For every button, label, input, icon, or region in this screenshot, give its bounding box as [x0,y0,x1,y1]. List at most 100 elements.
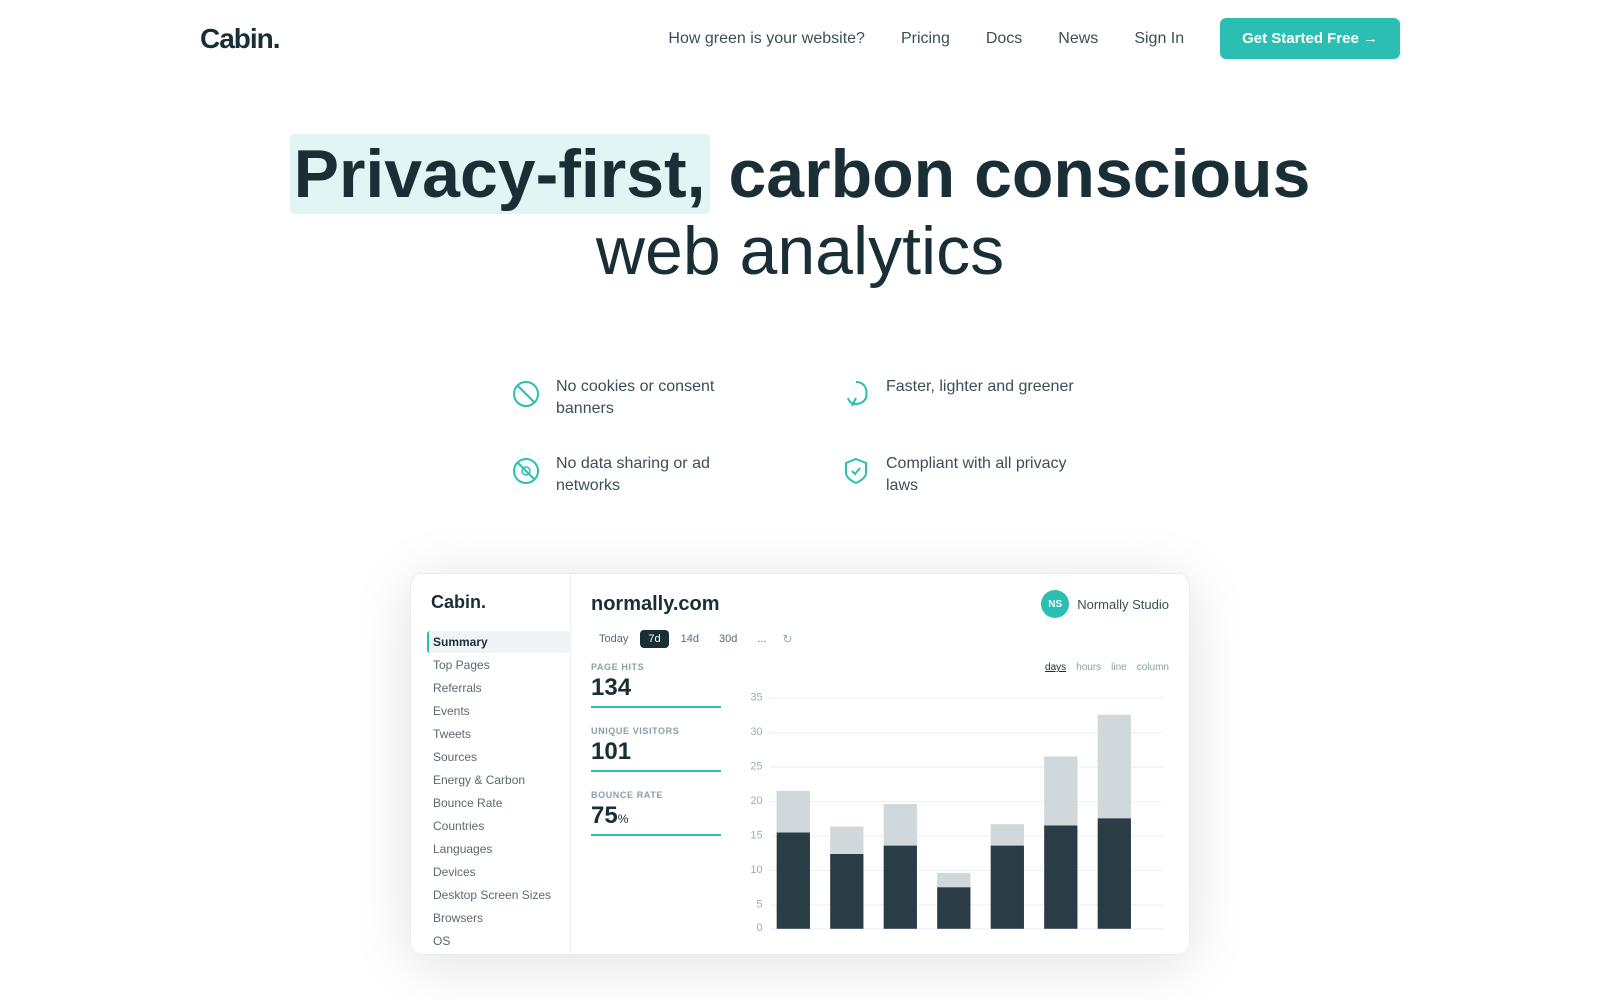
feature-no-cookies-text: No cookies or consent banners [556,376,760,421]
bar-light-5 [991,825,1024,846]
brand-logo[interactable]: Cabin. [200,23,280,55]
bar-light-1 [777,791,810,833]
no-share-icon [510,455,542,487]
chart-svg-wrapper: 35 30 25 20 15 10 5 0 [741,679,1169,946]
stats-column: PAGE HITS 134 UNIQUE VISITORS 101 BOUNCE… [591,662,721,946]
stat-bounce-suffix: % [618,812,629,826]
hero-subtitle: web analytics [200,212,1400,290]
chart-ctrl-line[interactable]: line [1111,662,1127,673]
stat-bounce-label: BOUNCE RATE [591,790,721,800]
leaf-icon [840,378,872,410]
bar-dark-5 [991,846,1024,929]
nav-links: How green is your website? Pricing Docs … [668,18,1400,59]
sidebar-item-attention[interactable]: Attention [427,953,570,955]
stat-page-hits-label: PAGE HITS [591,662,721,672]
bar-light-7 [1098,715,1131,818]
feature-faster: Faster, lighter and greener [820,360,1110,437]
chart-ctrl-column[interactable]: column [1137,662,1169,673]
chart-ctrl-days[interactable]: days [1045,662,1066,673]
chart-area: days hours line column 35 30 25 20 15 [741,662,1169,946]
svg-text:35: 35 [751,692,763,704]
main-header: normally.com NS Normally Studio [591,590,1169,618]
bar-light-3 [884,804,917,846]
sidebar-item-bouncerate[interactable]: Bounce Rate [427,792,570,814]
refresh-icon[interactable]: ↻ [783,632,793,646]
sidebar-item-tweets[interactable]: Tweets [427,723,570,745]
sidebar-item-toppages[interactable]: Top Pages [427,654,570,676]
svg-text:15: 15 [751,830,763,842]
feature-faster-text: Faster, lighter and greener [886,376,1074,398]
user-name: Normally Studio [1077,597,1169,612]
no-cookie-icon [510,378,542,410]
chart-controls: days hours line column [741,662,1169,673]
stat-bounce-rate: BOUNCE RATE 75% [591,790,721,836]
sidebar-item-sources[interactable]: Sources [427,746,570,768]
bar-dark-3 [884,846,917,929]
get-started-button[interactable]: Get Started Free → [1220,18,1400,59]
sidebar-item-summary[interactable]: Summary [427,631,570,653]
filter-14d[interactable]: 14d [673,630,707,648]
stat-bounce-underline [591,834,721,836]
feature-no-sharing-text: No data sharing or ad networks [556,453,760,498]
stat-unique-label: UNIQUE VISITORS [591,726,721,736]
hero-section: Privacy-first, carbon conscious web anal… [0,77,1600,310]
nav-pricing[interactable]: Pricing [901,30,950,48]
date-filter: Today 7d 14d 30d ... ↻ [591,630,1169,648]
dashboard-inner: Cabin. Summary Top Pages Referrals Event… [411,574,1189,954]
stat-bounce-value: 75% [591,804,721,828]
sidebar-item-languages[interactable]: Languages [427,838,570,860]
svg-text:0: 0 [756,923,762,935]
feature-no-sharing: No data sharing or ad networks [490,437,780,514]
stat-page-hits-value: 134 [591,676,721,700]
stats-chart-row: PAGE HITS 134 UNIQUE VISITORS 101 BOUNCE… [591,662,1169,946]
navbar: Cabin. How green is your website? Pricin… [0,0,1600,77]
site-name: normally.com [591,593,720,616]
stat-page-hits-underline [591,706,721,708]
sidebar-item-referrals[interactable]: Referrals [427,677,570,699]
shield-icon [840,455,872,487]
bar-dark-7 [1098,819,1131,930]
filter-today[interactable]: Today [591,630,636,648]
nav-green[interactable]: How green is your website? [668,30,865,48]
bar-light-4 [937,873,970,887]
sidebar-item-countries[interactable]: Countries [427,815,570,837]
sidebar-item-energy[interactable]: Energy & Carbon [427,769,570,791]
avatar: NS [1041,590,1069,618]
sidebar-item-devices[interactable]: Devices [427,861,570,883]
svg-text:20: 20 [751,795,763,807]
dashboard-preview: Cabin. Summary Top Pages Referrals Event… [410,573,1190,955]
sidebar-item-events[interactable]: Events [427,700,570,722]
nav-news[interactable]: News [1058,30,1098,48]
sidebar: Cabin. Summary Top Pages Referrals Event… [411,574,571,954]
feature-no-cookies: No cookies or consent banners [490,360,780,437]
stat-unique-value: 101 [591,740,721,764]
svg-text:10: 10 [751,864,763,876]
stat-unique-underline [591,770,721,772]
stat-page-hits: PAGE HITS 134 [591,662,721,708]
bar-dark-4 [937,888,970,930]
bar-dark-2 [830,854,863,929]
svg-text:5: 5 [756,899,762,911]
filter-more[interactable]: ... [749,630,774,648]
main-content: normally.com NS Normally Studio Today 7d… [571,574,1189,954]
sidebar-item-browsers[interactable]: Browsers [427,907,570,929]
sidebar-item-desktopscreens[interactable]: Desktop Screen Sizes [427,884,570,906]
svg-text:25: 25 [751,761,763,773]
sidebar-logo: Cabin. [427,592,570,613]
bar-dark-1 [777,833,810,929]
bar-dark-6 [1044,826,1077,929]
feature-compliant-text: Compliant with all privacy laws [886,453,1090,498]
nav-docs[interactable]: Docs [986,30,1022,48]
chart-ctrl-hours[interactable]: hours [1076,662,1101,673]
hero-title: Privacy-first, carbon conscious [200,137,1400,212]
filter-7d[interactable]: 7d [640,630,668,648]
user-badge: NS Normally Studio [1041,590,1169,618]
filter-30d[interactable]: 30d [711,630,745,648]
nav-signin[interactable]: Sign In [1134,30,1184,48]
svg-text:30: 30 [751,726,763,738]
bar-light-6 [1044,757,1077,826]
bar-light-2 [830,827,863,854]
stat-unique-visitors: UNIQUE VISITORS 101 [591,726,721,772]
bar-chart: 35 30 25 20 15 10 5 0 [741,679,1169,946]
sidebar-item-os[interactable]: OS [427,930,570,952]
